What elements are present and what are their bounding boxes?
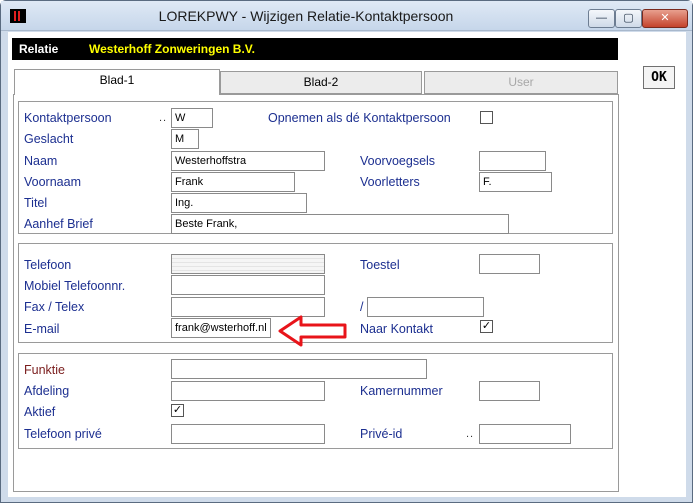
aktief-label: Aktief bbox=[24, 405, 56, 419]
ok-button[interactable]: OK bbox=[643, 66, 675, 89]
fax2-input[interactable] bbox=[367, 297, 484, 317]
prive-id-label: Privé-id bbox=[360, 427, 403, 441]
naam-input[interactable]: Westerhoffstra bbox=[171, 151, 325, 171]
fax-label: Fax / Telex bbox=[24, 300, 85, 314]
naam-label: Naam bbox=[24, 154, 58, 168]
tab-blad-1[interactable]: Blad-1 bbox=[14, 69, 220, 95]
close-button[interactable]: ✕ bbox=[642, 9, 688, 28]
tab-user: User bbox=[424, 71, 618, 94]
aanhef-label: Aanhef Brief bbox=[24, 217, 93, 231]
telefoon-label: Telefoon bbox=[24, 258, 72, 272]
kamernummer-label: Kamernummer bbox=[360, 384, 443, 398]
prive-id-lookup-dots[interactable]: .. bbox=[466, 428, 474, 440]
mobiel-input[interactable] bbox=[171, 275, 325, 295]
fax-separator: / bbox=[360, 300, 364, 314]
voornaam-input[interactable]: Frank bbox=[171, 172, 295, 192]
mobiel-label: Mobiel Telefoonnr. bbox=[24, 279, 126, 293]
naar-kontakt-checkbox[interactable]: ✓ bbox=[480, 320, 493, 333]
afdeling-label: Afdeling bbox=[24, 384, 70, 398]
telefoon-prive-input[interactable] bbox=[171, 424, 325, 444]
geslacht-label: Geslacht bbox=[24, 132, 74, 146]
kontaktpersoon-input[interactable]: W bbox=[171, 108, 213, 128]
voorletters-label: Voorletters bbox=[360, 175, 420, 189]
funktie-label: Funktie bbox=[24, 363, 65, 377]
window-title: LOREKPWY - Wijzigen Relatie-Kontaktperso… bbox=[158, 8, 454, 24]
kontaktpersoon-lookup-dots[interactable]: .. bbox=[159, 112, 167, 124]
telefoon-prive-label: Telefoon privé bbox=[24, 427, 102, 441]
dialog-window: LOREKPWY - Wijzigen Relatie-Kontaktperso… bbox=[0, 0, 693, 503]
titel-label: Titel bbox=[24, 196, 48, 210]
minimize-button[interactable]: — bbox=[588, 9, 615, 28]
prive-id-input[interactable] bbox=[479, 424, 571, 444]
naar-kontakt-label: Naar Kontakt bbox=[360, 322, 433, 336]
telefoon-input[interactable] bbox=[171, 254, 325, 274]
email-label: E-mail bbox=[24, 322, 60, 336]
voorvoegsels-input[interactable] bbox=[479, 151, 546, 171]
aanhef-input[interactable]: Beste Frank, bbox=[171, 214, 509, 234]
funktie-input[interactable] bbox=[171, 359, 427, 379]
voorvoegsels-label: Voorvoegsels bbox=[360, 154, 436, 168]
tab-blad-2[interactable]: Blad-2 bbox=[220, 71, 422, 94]
afdeling-input[interactable] bbox=[171, 381, 325, 401]
group-work: Funktie Afdeling Kamernummer Aktief ✓ Te… bbox=[18, 353, 613, 449]
relatie-value: Westerhoff Zonweringen B.V. bbox=[89, 42, 256, 56]
kontaktpersoon-label: Kontaktpersoon bbox=[24, 111, 112, 125]
aktief-checkbox[interactable]: ✓ bbox=[171, 404, 184, 417]
maximize-button[interactable]: ▢ bbox=[615, 9, 642, 28]
annotation-arrow-icon bbox=[278, 315, 347, 347]
titel-input[interactable]: Ing. bbox=[171, 193, 307, 213]
opnemen-checkbox[interactable] bbox=[480, 111, 493, 124]
kamernummer-input[interactable] bbox=[479, 381, 540, 401]
voornaam-label: Voornaam bbox=[24, 175, 81, 189]
voorletters-input[interactable]: F. bbox=[479, 172, 552, 192]
title-bar[interactable]: LOREKPWY - Wijzigen Relatie-Kontaktperso… bbox=[1, 1, 692, 31]
client-area: Relatie Westerhoff Zonweringen B.V. OK B… bbox=[8, 32, 686, 497]
relatie-bar: Relatie Westerhoff Zonweringen B.V. bbox=[12, 38, 618, 60]
tab-panel-blad-1: Kontaktpersoon .. W Opnemen als dé Konta… bbox=[13, 94, 619, 492]
toestel-label: Toestel bbox=[360, 258, 400, 272]
email-input[interactable]: frank@wsterhoff.nl bbox=[171, 318, 271, 338]
toestel-input[interactable] bbox=[479, 254, 540, 274]
relatie-label: Relatie bbox=[19, 42, 59, 56]
group-personal: Kontaktpersoon .. W Opnemen als dé Konta… bbox=[18, 101, 613, 234]
opnemen-label: Opnemen als dé Kontaktpersoon bbox=[268, 111, 451, 125]
geslacht-input[interactable]: M bbox=[171, 129, 199, 149]
